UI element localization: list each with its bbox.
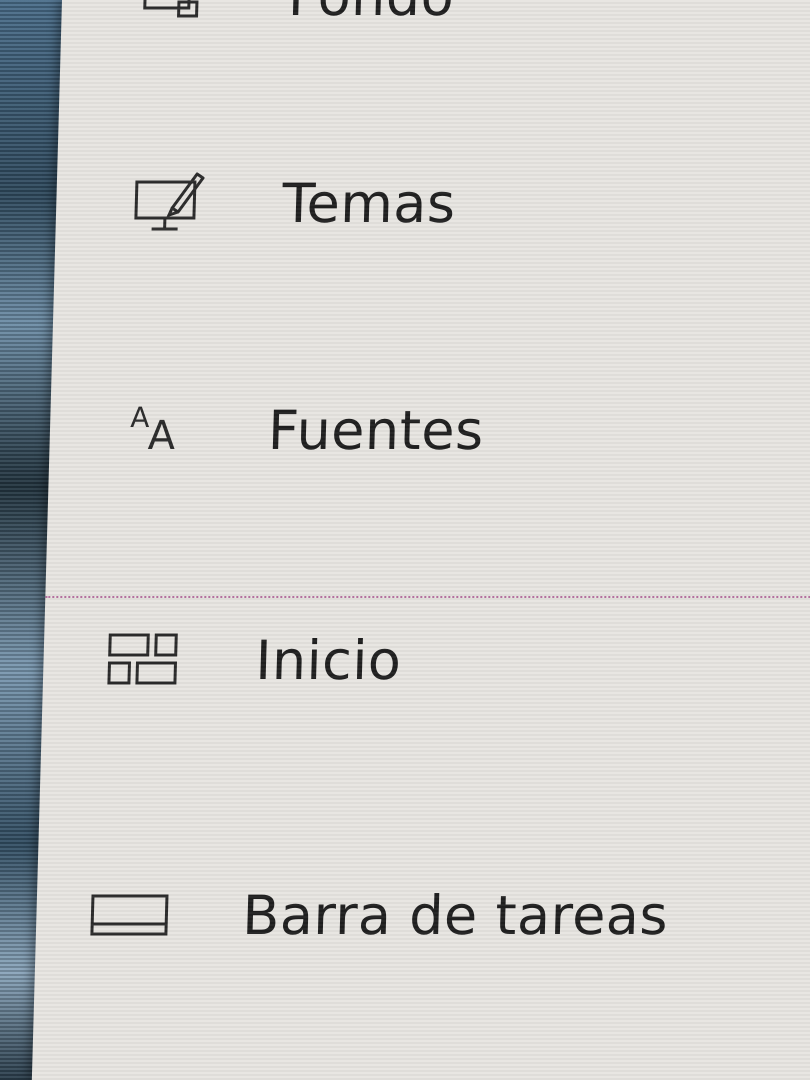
screen: Fondo Temas A A Fuentes bbox=[0, 0, 810, 1080]
nav-item-partial[interactable]: Fondo bbox=[60, 0, 810, 56]
themes-icon bbox=[123, 168, 215, 238]
picture-icon bbox=[127, 0, 219, 31]
nav-item-barra-de-tareas[interactable]: Barra de tareas bbox=[35, 855, 810, 975]
fonts-icon-large-letter: A bbox=[147, 413, 176, 459]
nav-item-label: Temas bbox=[281, 171, 457, 235]
nav-item-label: Inicio bbox=[254, 628, 403, 692]
nav-item-temas[interactable]: Temas bbox=[55, 143, 810, 263]
focus-divider bbox=[45, 596, 810, 598]
nav-item-label: Fuentes bbox=[267, 398, 485, 462]
nav-item-label: Fondo bbox=[287, 0, 455, 28]
fonts-icon-small-letter: A bbox=[129, 401, 150, 434]
nav-item-inicio[interactable]: Inicio bbox=[42, 600, 810, 720]
nav-item-label: Barra de tareas bbox=[241, 883, 670, 947]
fonts-icon: A A bbox=[111, 395, 203, 465]
start-icon bbox=[97, 625, 189, 695]
personalization-nav-panel: Fondo Temas A A Fuentes bbox=[31, 0, 810, 1080]
nav-item-fuentes[interactable]: A A Fuentes bbox=[48, 370, 810, 490]
taskbar-icon bbox=[81, 880, 173, 950]
